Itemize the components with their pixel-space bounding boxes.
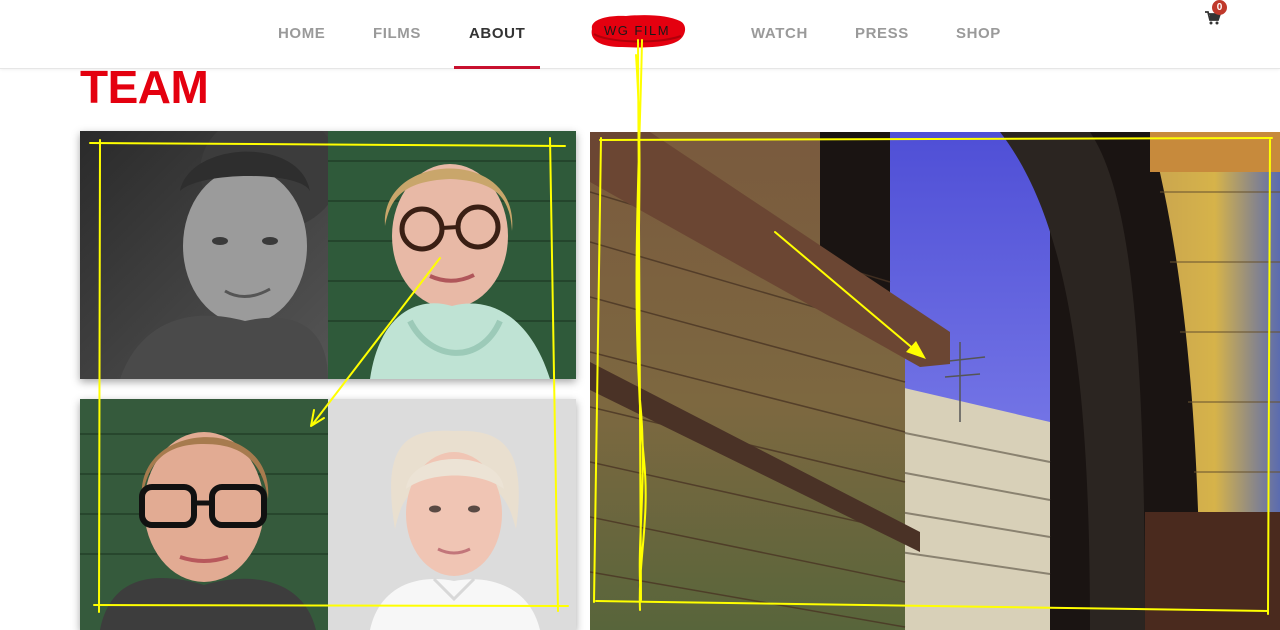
site-header: HOME FILMS ABOUT WG FILM WATCH PRESS SHO… xyxy=(0,0,1280,69)
site-logo[interactable]: WG FILM xyxy=(586,12,688,50)
nav-watch[interactable]: WATCH xyxy=(751,26,808,42)
nav-press[interactable]: PRESS xyxy=(855,26,909,42)
nav-active-indicator xyxy=(454,66,540,69)
nav-films[interactable]: FILMS xyxy=(373,26,421,42)
portrait-woman-glasses xyxy=(328,131,576,379)
portrait-woman-dark-glasses xyxy=(80,399,328,630)
team-photo-top xyxy=(80,131,576,379)
cart-button[interactable]: 0 xyxy=(1205,0,1233,31)
team-photo-bottom xyxy=(80,399,576,630)
nav-shop[interactable]: SHOP xyxy=(956,26,1001,42)
portrait-woman-blonde xyxy=(328,399,576,630)
nav-about[interactable]: ABOUT xyxy=(469,26,525,42)
portrait-man xyxy=(80,131,340,379)
nav-home[interactable]: HOME xyxy=(278,26,325,42)
logo-blob-icon: WG FILM xyxy=(591,15,686,48)
logo-text: WG FILM xyxy=(604,23,670,38)
cart-count-badge: 0 xyxy=(1212,0,1227,15)
building-photo xyxy=(590,132,1280,630)
